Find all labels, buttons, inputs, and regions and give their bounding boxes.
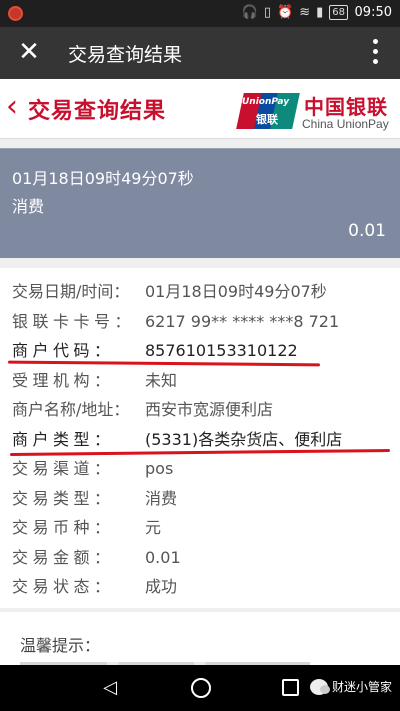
status-bar: 🎧 ▯ ⏰ ≋ ▮ 68 09:50 (0, 0, 400, 27)
more-menu-icon[interactable] (372, 39, 378, 67)
vibrate-icon: ▯ (263, 5, 272, 20)
detail-value: 元 (145, 518, 162, 537)
nav-back-icon[interactable]: ◁ (95, 677, 125, 698)
detail-label: 交易币种： (12, 518, 115, 537)
detail-label: 交易金额： (12, 547, 115, 567)
nav-recents-icon[interactable] (275, 677, 305, 698)
signal-icon: ▮ (316, 5, 324, 20)
status-icons: 🎧 ▯ ⏰ ≋ ▮ 68 (242, 5, 348, 20)
wifi-icon: ≋ (299, 5, 311, 20)
detail-row-status: 交易状态： 成功 (0, 573, 400, 603)
summary-amount: 0.01 (348, 221, 386, 241)
logo-text-cn: 银联 (256, 113, 278, 126)
back-chevron-icon[interactable]: ‹ (6, 89, 18, 125)
android-nav-bar: ◁ 财迷小管家 (0, 665, 400, 711)
battery-icon: 68 (329, 5, 348, 20)
detail-label: 商户代码： (12, 341, 115, 360)
summary-type: 消费 (12, 197, 45, 216)
detail-row-transaction-type: 交易类型： 消费 (0, 485, 400, 515)
detail-row-datetime: 交易日期/时间： 01月18日09时49分07秒 (0, 278, 400, 308)
watermark: 财迷小管家 (309, 678, 392, 695)
detail-row-currency: 交易币种： 元 (0, 514, 400, 544)
detail-label: 交易日期/时间： (12, 282, 130, 301)
detail-value: 未知 (145, 370, 178, 390)
summary-time: 01月18日09时49分07秒 (12, 169, 194, 188)
detail-label: 交易类型： (12, 488, 115, 508)
status-time: 09:50 (354, 5, 392, 20)
headset-icon: 🎧 (241, 5, 258, 20)
detail-value: (5331)各类杂货店、便利店 (145, 429, 343, 449)
page-title: 交易查询结果 (28, 99, 167, 124)
window-title: 交易查询结果 (68, 44, 183, 66)
detail-row-card-number: 银联卡卡号： 6217 99** **** ***8 721 (0, 308, 400, 338)
brand-name-en: China UnionPay (302, 117, 389, 131)
logo-text-en: UnionPay (242, 97, 290, 107)
detail-value: 6217 99** **** ***8 721 (145, 311, 340, 331)
transaction-summary-card: 01月18日09时49分07秒 消费 0.01 (0, 148, 400, 258)
detail-value: 0.01 (145, 547, 181, 567)
nav-home-icon[interactable] (186, 677, 216, 699)
detail-label: 商户名称/地址： (12, 400, 130, 419)
detail-value: 成功 (145, 577, 178, 596)
app-notification-icon (8, 6, 23, 21)
watermark-text: 财迷小管家 (331, 680, 392, 694)
detail-value: 西安市宽源便利店 (145, 400, 274, 419)
detail-value: 857610153310122 (145, 341, 298, 360)
detail-value: 01月18日09时49分07秒 (145, 282, 327, 301)
alarm-icon: ⏰ (277, 5, 294, 20)
detail-row-acquirer: 受理机构： 未知 (0, 367, 400, 397)
detail-label: 交易渠道： (12, 459, 115, 478)
close-icon[interactable]: ✕ (14, 37, 44, 67)
tips-section: 温馨提示： (0, 612, 400, 672)
brand-name-cn: 中国银联 (304, 95, 388, 119)
detail-label: 商户类型： (12, 429, 115, 449)
detail-row-channel: 交易渠道： pos (0, 455, 400, 485)
detail-row-merchant-name: 商户名称/地址： 西安市宽源便利店 (0, 396, 400, 426)
wechat-icon (309, 678, 330, 695)
transaction-details: 交易日期/时间： 01月18日09时49分07秒 银联卡卡号： 6217 99** … (0, 268, 400, 608)
tips-title: 温馨提示： (20, 636, 101, 655)
browser-top-bar: ✕ 交易查询结果 (0, 27, 400, 79)
detail-label: 受理机构： (12, 370, 115, 390)
detail-value: 消费 (145, 488, 178, 508)
detail-row-amount: 交易金额： 0.01 (0, 544, 400, 574)
detail-label: 银联卡卡号： (12, 311, 136, 331)
page-header: ‹ 交易查询结果 UnionPay 银联 中国银联 China UnionPay (0, 79, 400, 139)
detail-label: 交易状态： (12, 577, 115, 596)
detail-value: pos (145, 459, 174, 478)
unionpay-logo: UnionPay 银联 (236, 93, 300, 129)
